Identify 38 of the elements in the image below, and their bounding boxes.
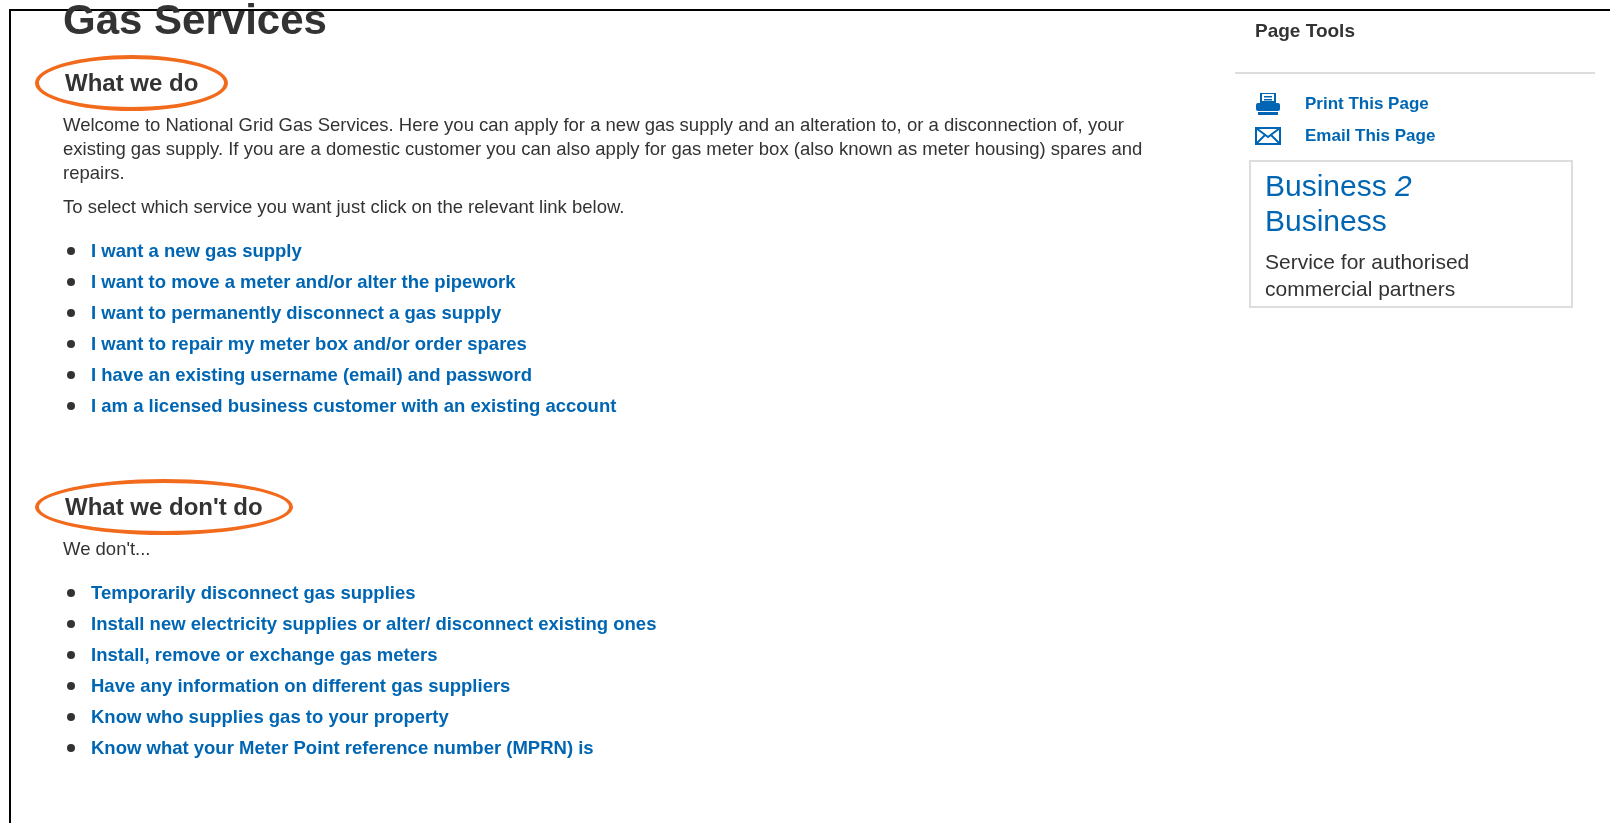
service-link[interactable]: I want to permanently disconnect a gas supply bbox=[91, 298, 502, 327]
bullet-icon bbox=[67, 246, 75, 255]
service-link[interactable]: I have an existing username (email) and password bbox=[91, 360, 533, 389]
service-link[interactable]: Know what your Meter Point reference number (MPRN) is bbox=[91, 733, 594, 762]
service-link[interactable]: Temporarily disconnect gas supplies bbox=[91, 578, 416, 607]
paragraph: Welcome to National Grid Gas Services. Here you can apply for a new gas supply and an alteration to, or a disconnection of, your existing gas supply. If you are a domestic customer you can also apply for gas meter box (also known as meter housing) spares and repairs. bbox=[63, 113, 1143, 185]
bullet-icon bbox=[67, 588, 75, 597]
bullet-icon bbox=[67, 650, 75, 659]
bullet-icon bbox=[67, 712, 75, 721]
envelope-icon bbox=[1255, 126, 1281, 145]
bullet-icon bbox=[67, 308, 75, 317]
section-heading: What we do bbox=[35, 55, 229, 111]
service-link[interactable]: Install, remove or exchange gas meters bbox=[91, 640, 438, 669]
section-heading: What we don't do bbox=[35, 479, 293, 535]
promo-title: Business 2 Business bbox=[1265, 167, 1413, 238]
promo-card[interactable]: Business 2 Business Service for authorised commercial partners bbox=[1249, 159, 1573, 308]
service-link[interactable]: I want to repair my meter box and/or order spares bbox=[91, 329, 527, 358]
bullet-icon bbox=[67, 401, 75, 410]
printer-icon bbox=[1255, 92, 1281, 115]
page-title: Gas Services bbox=[63, 0, 328, 41]
sidebar-heading: Page Tools bbox=[1235, 17, 1595, 74]
service-link[interactable]: I want a new gas supply bbox=[91, 236, 302, 265]
service-link[interactable]: Install new electricity supplies or alter/ disconnect existing ones bbox=[91, 609, 657, 638]
paragraph: To select which service you want just click on the relevant link below. bbox=[63, 195, 626, 219]
service-link[interactable]: Have any information on different gas suppliers bbox=[91, 671, 511, 700]
bullet-icon bbox=[67, 619, 75, 628]
bullet-icon bbox=[67, 370, 75, 379]
bullet-icon bbox=[67, 277, 75, 286]
service-link[interactable]: I am a licensed business customer with an existing account bbox=[91, 391, 617, 420]
bullet-icon bbox=[67, 339, 75, 348]
promo-text: Service for authorised commercial partners bbox=[1265, 248, 1471, 302]
service-link[interactable]: I want to move a meter and/or alter the pipework bbox=[91, 267, 516, 296]
page-tool-link[interactable]: Email This Page bbox=[1305, 122, 1436, 149]
bullet-icon bbox=[67, 743, 75, 752]
service-link[interactable]: Know who supplies gas to your property bbox=[91, 702, 449, 731]
bullet-icon bbox=[67, 681, 75, 690]
page-tool-link[interactable]: Print This Page bbox=[1305, 90, 1429, 117]
paragraph: We don't... bbox=[63, 537, 152, 561]
